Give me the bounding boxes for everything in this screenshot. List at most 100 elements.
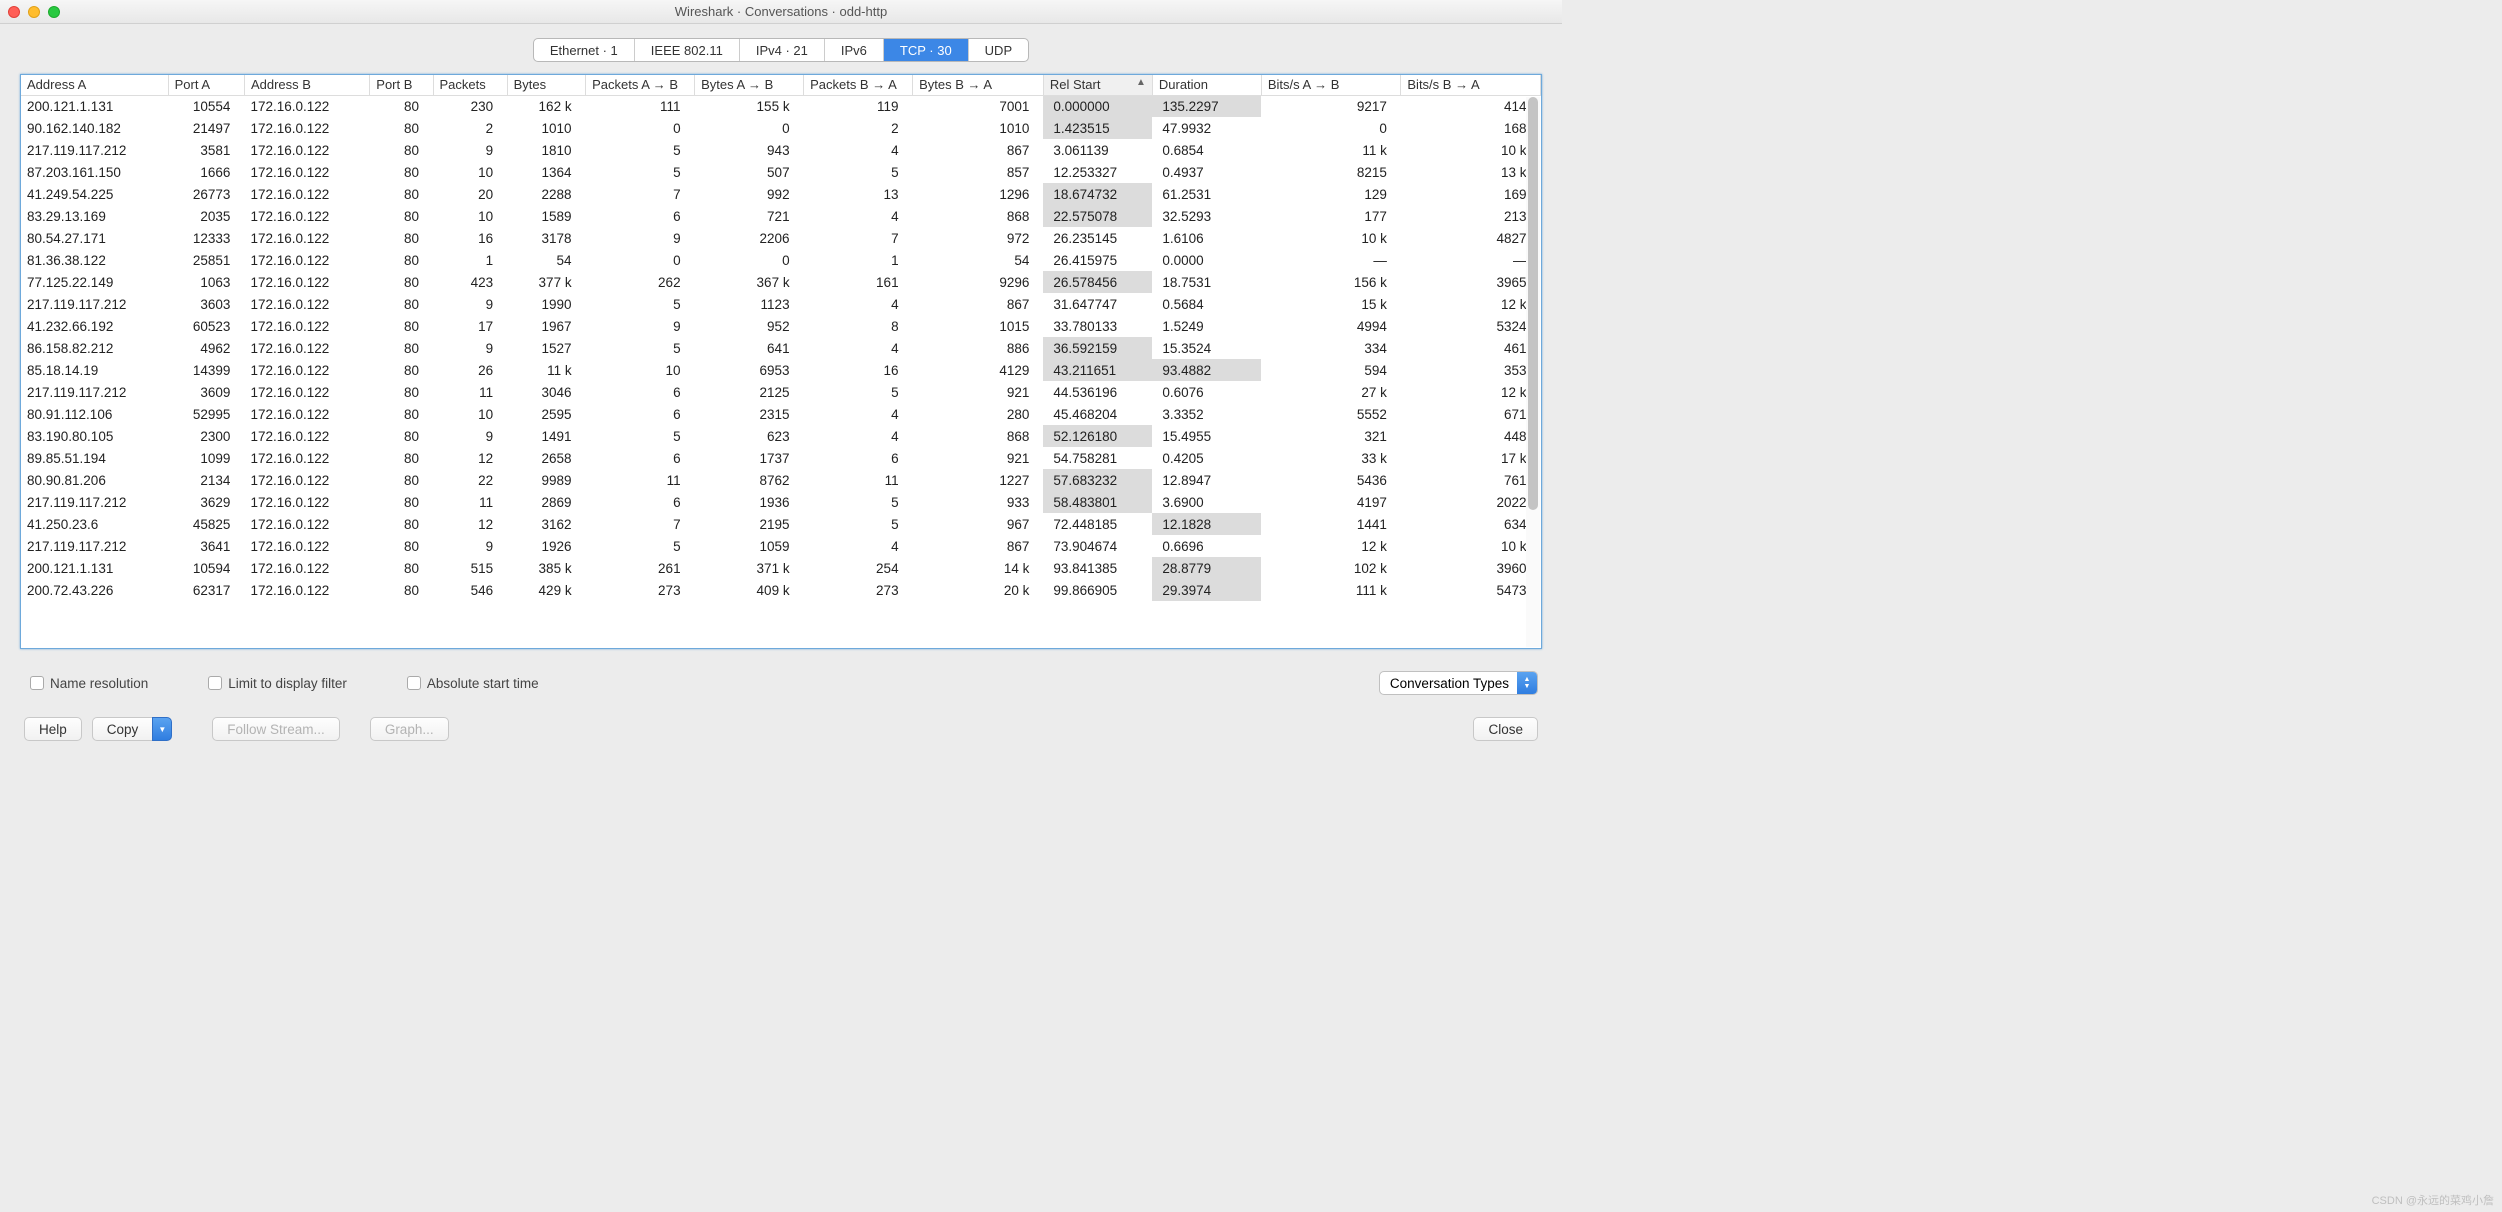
cell: 10 k [1261,227,1401,249]
table-row[interactable]: 41.250.23.645825172.16.0.122801231627219… [21,513,1541,535]
table-row[interactable]: 200.121.1.13110554172.16.0.12280230162 k… [21,95,1541,117]
conversation-types-dropdown[interactable]: Conversation Types [1379,671,1538,695]
table-row[interactable]: 83.190.80.1052300172.16.0.12280914915623… [21,425,1541,447]
chevron-down-icon[interactable] [152,717,172,741]
cell: 13 k [1401,161,1541,183]
cell: 1296 [913,183,1044,205]
cell: — [1401,249,1541,271]
col-header[interactable]: Bytes A → B [695,75,804,95]
cell: 17 k [1401,447,1541,469]
table-row[interactable]: 41.232.66.19260523172.16.0.1228017196799… [21,315,1541,337]
cell: 33 k [1261,447,1401,469]
cell: 377 k [507,271,585,293]
cell: 2206 [695,227,804,249]
tab-ethernet-1[interactable]: Ethernet · 1 [534,39,635,61]
cell: 161 [804,271,913,293]
cell: 80.90.81.206 [21,469,168,491]
table-row[interactable]: 41.249.54.22526773172.16.0.1228020228879… [21,183,1541,205]
col-header[interactable]: Address B [244,75,369,95]
close-button[interactable]: Close [1473,717,1538,741]
graph-button[interactable]: Graph... [370,717,449,741]
table-row[interactable]: 217.119.117.2123581172.16.0.122809181059… [21,139,1541,161]
tab-ipv4-21[interactable]: IPv4 · 21 [740,39,825,61]
cell: 61.2531 [1152,183,1261,205]
col-header[interactable]: Port B [370,75,433,95]
cell: 2134 [168,469,244,491]
table-row[interactable]: 90.162.140.18221497172.16.0.122802101000… [21,117,1541,139]
cell: 172.16.0.122 [244,117,369,139]
cell: 80 [370,205,433,227]
cell: 172.16.0.122 [244,579,369,601]
col-header[interactable]: Port A [168,75,244,95]
cell: 414 [1401,95,1541,117]
col-header[interactable]: Bits/s B → A [1401,75,1541,95]
cell: 10 [586,359,695,381]
tab-ieee-802-11[interactable]: IEEE 802.11 [635,39,740,61]
cell: 9 [433,535,507,557]
cell: 9217 [1261,95,1401,117]
tab-udp[interactable]: UDP [969,39,1028,61]
cell: 217.119.117.212 [21,293,168,315]
table-row[interactable]: 87.203.161.1501666172.16.0.1228010136455… [21,161,1541,183]
table-row[interactable]: 85.18.14.1914399172.16.0.122802611 k1069… [21,359,1541,381]
cell: 26.415975 [1043,249,1152,271]
help-button[interactable]: Help [24,717,82,741]
chevron-updown-icon[interactable] [1517,672,1537,694]
cell: 280 [913,403,1044,425]
table-row[interactable]: 81.36.38.12225851172.16.0.12280154001542… [21,249,1541,271]
cell: 172.16.0.122 [244,337,369,359]
col-header[interactable]: Bytes B → A [913,75,1044,95]
cell: 10554 [168,95,244,117]
col-header[interactable]: Packets [433,75,507,95]
table-row[interactable]: 217.119.117.2123629172.16.0.122801128696… [21,491,1541,513]
tab-ipv6[interactable]: IPv6 [825,39,884,61]
copy-button[interactable]: Copy [92,717,173,741]
cell: 1.5249 [1152,315,1261,337]
col-header[interactable]: Address A [21,75,168,95]
cell: 3960 [1401,557,1541,579]
col-header[interactable]: Duration [1152,75,1261,95]
cell: 10 [433,403,507,425]
cell: 10 [433,205,507,227]
checkbox-absolute-time[interactable]: Absolute start time [407,676,539,691]
cell: 5 [586,535,695,557]
cell: 4 [804,535,913,557]
cell: 12.253327 [1043,161,1152,183]
col-header[interactable]: Packets A → B [586,75,695,95]
conversations-table[interactable]: Address APort AAddress BPort BPacketsByt… [21,75,1541,601]
titlebar[interactable]: Wireshark · Conversations · odd-http [0,0,1562,24]
table-row[interactable]: 217.119.117.2123609172.16.0.122801130466… [21,381,1541,403]
table-row[interactable]: 200.72.43.22662317172.16.0.12280546429 k… [21,579,1541,601]
table-row[interactable]: 86.158.82.2124962172.16.0.12280915275641… [21,337,1541,359]
follow-stream-button[interactable]: Follow Stream... [212,717,340,741]
scrollbar-thumb[interactable] [1528,97,1538,510]
checkbox-name-resolution[interactable]: Name resolution [30,676,148,691]
cell: 10594 [168,557,244,579]
cell: 6 [586,491,695,513]
table-row[interactable]: 200.121.1.13110594172.16.0.12280515385 k… [21,557,1541,579]
col-header[interactable]: Rel Start▲ [1043,75,1152,95]
col-header[interactable]: Bits/s A → B [1261,75,1401,95]
scrollbar[interactable] [1526,97,1540,647]
checkbox-limit-filter[interactable]: Limit to display filter [208,676,347,691]
col-header[interactable]: Packets B → A [804,75,913,95]
table-row[interactable]: 77.125.22.1491063172.16.0.12280423377 k2… [21,271,1541,293]
cell: 933 [913,491,1044,513]
cell: 80 [370,425,433,447]
tab-tcp-30[interactable]: TCP · 30 [884,39,969,61]
cell: 2125 [695,381,804,403]
table-row[interactable]: 80.91.112.10652995172.16.0.1228010259562… [21,403,1541,425]
cell: 11 [804,469,913,491]
table-row[interactable]: 83.29.13.1692035172.16.0.122801015896721… [21,205,1541,227]
cell: 80 [370,579,433,601]
cell: 111 k [1261,579,1401,601]
window: Wireshark · Conversations · odd-http Eth… [0,0,1562,761]
cell: 13 [804,183,913,205]
cell: 1 [804,249,913,271]
col-header[interactable]: Bytes [507,75,585,95]
table-row[interactable]: 217.119.117.2123603172.16.0.122809199051… [21,293,1541,315]
table-row[interactable]: 80.90.81.2062134172.16.0.122802299891187… [21,469,1541,491]
table-row[interactable]: 80.54.27.17112333172.16.0.12280163178922… [21,227,1541,249]
table-row[interactable]: 217.119.117.2123641172.16.0.122809192651… [21,535,1541,557]
table-row[interactable]: 89.85.51.1941099172.16.0.122801226586173… [21,447,1541,469]
